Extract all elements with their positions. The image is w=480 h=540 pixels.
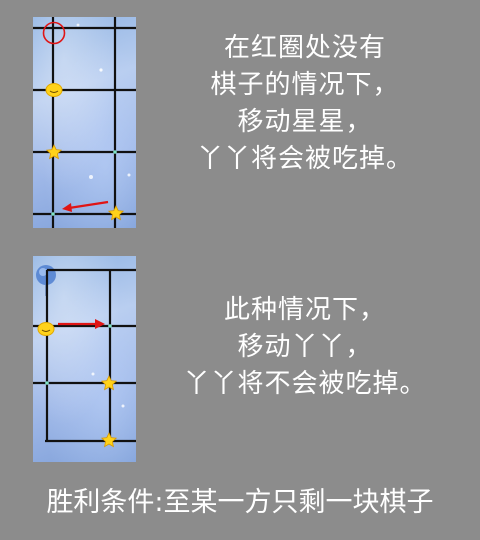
caption-line: 此种情况下， bbox=[223, 295, 386, 325]
sparkle bbox=[91, 372, 95, 376]
grid-node bbox=[45, 381, 49, 385]
win-condition-text: 胜利条件:至某一方只剩一块棋子 bbox=[46, 487, 434, 518]
board-1-graphic bbox=[33, 17, 136, 228]
grid-node bbox=[113, 150, 117, 154]
step-2-caption: 此种情况下， 移动丫丫， 丫丫将不会被吃掉。 bbox=[150, 292, 460, 403]
board-grid bbox=[33, 17, 136, 228]
sparkle bbox=[121, 404, 125, 408]
yaya-piece bbox=[45, 83, 63, 97]
sparkle bbox=[89, 175, 93, 179]
red-arrow-marker bbox=[58, 319, 105, 329]
caption-line: 移动丫丫， bbox=[237, 332, 373, 362]
caption-line: 棋子的情况下， bbox=[210, 70, 400, 100]
sparkle bbox=[127, 173, 131, 177]
sparkle bbox=[99, 68, 103, 72]
caption-line: 移动星星， bbox=[237, 107, 373, 137]
tutorial-board-2 bbox=[33, 256, 136, 462]
tutorial-board-1 bbox=[33, 17, 136, 228]
caption-line: 在红圈处没有 bbox=[223, 33, 386, 63]
yaya-piece bbox=[37, 322, 55, 336]
caption-line: 丫丫将会被吃掉。 bbox=[196, 144, 413, 174]
red-arrow-marker bbox=[62, 200, 109, 212]
grid-node bbox=[108, 324, 112, 328]
step-1-caption: 在红圈处没有 棋子的情况下， 移动星星， 丫丫将会被吃掉。 bbox=[150, 30, 460, 178]
star-piece bbox=[100, 432, 118, 448]
board-grid bbox=[33, 268, 136, 443]
board-2-graphic bbox=[33, 265, 136, 448]
caption-line: 丫丫将不会被吃掉。 bbox=[183, 369, 427, 399]
grid-node bbox=[51, 212, 55, 216]
sparkle bbox=[76, 23, 80, 27]
